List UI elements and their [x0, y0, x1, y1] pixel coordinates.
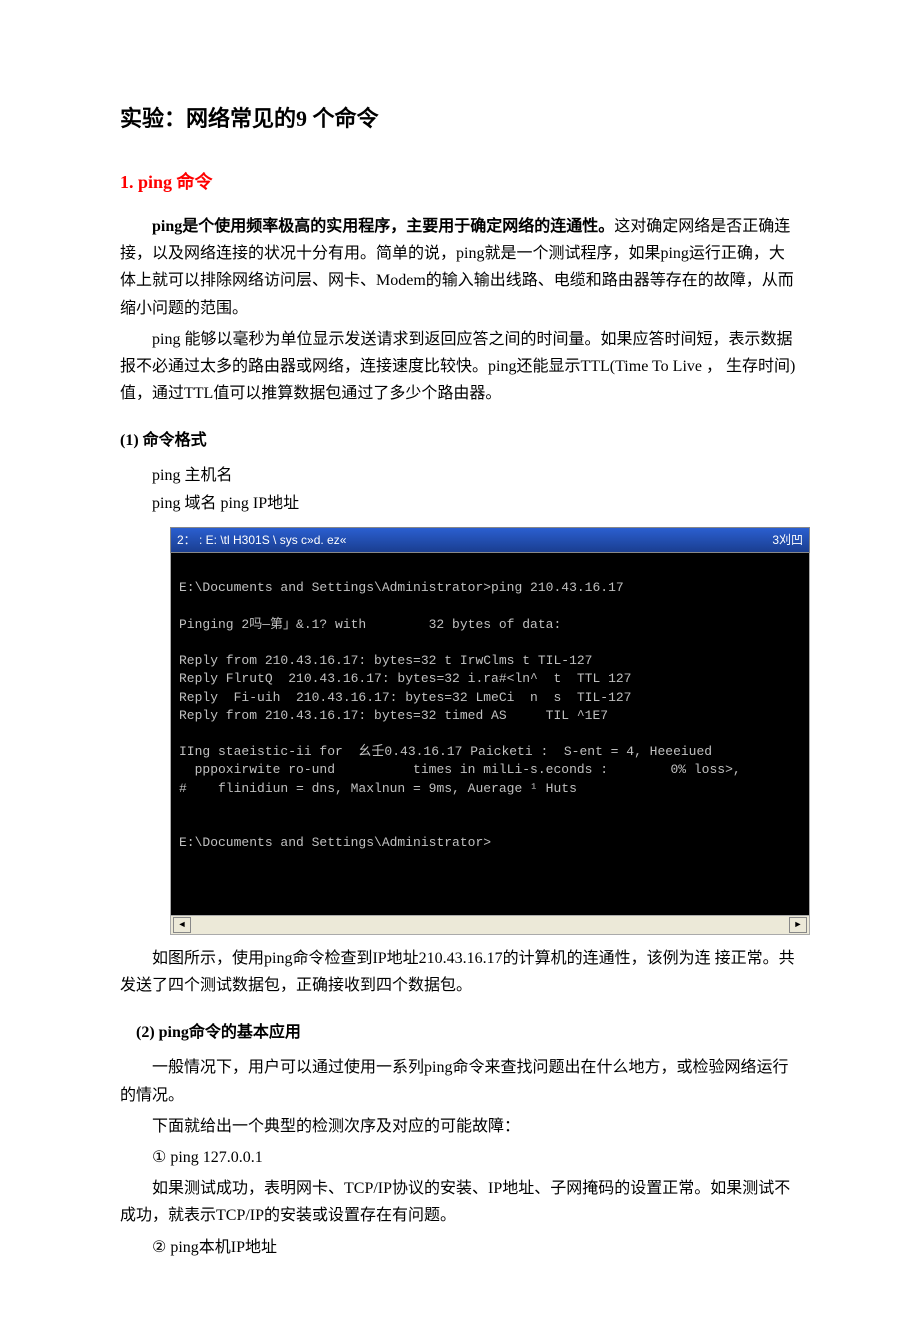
subheading-basic-usage: (2) ping命令的基本应用 [120, 1019, 800, 1046]
cmd-format-line2: ping 域名 ping IP地址 [152, 490, 800, 517]
page-title: 实验：网络常见的9 个命令 [120, 100, 800, 137]
terminal-output: E:\Documents and Settings\Administrator>… [170, 553, 810, 916]
paragraph-usage-2: 下面就给出一个典型的检测次序及对应的可能故障： [120, 1113, 800, 1140]
terminal-window: 2： : E: \tl H301S \ sys c»d. ez« 3刈凹 E:\… [170, 527, 810, 935]
subheading-cmd-format: (1) 命令格式 [120, 427, 800, 454]
scroll-right-icon[interactable]: ► [789, 917, 807, 933]
intro-bold: ping是个使用频率极高的实用程序，主要用于确定网络的连通性。 [152, 218, 614, 235]
terminal-scrollbar[interactable]: ◄ ► [170, 916, 810, 935]
cmd-format-line1: ping 主机名 [152, 462, 800, 489]
section-heading-ping: 1. ping 命令 [120, 167, 800, 198]
terminal-titlebar: 2： : E: \tl H301S \ sys c»d. ez« 3刈凹 [170, 527, 810, 553]
list-item-2: ② ping本机IP地址 [120, 1234, 800, 1261]
paragraph-intro-1: ping是个使用频率极高的实用程序，主要用于确定网络的连通性。这对确定网络是否正… [120, 213, 800, 322]
list-item-1: ① ping 127.0.0.1 [120, 1144, 800, 1171]
paragraph-usage-1: 一般情况下，用户可以通过使用一系列ping命令来查找问题出在什么地方，或检验网络… [120, 1054, 800, 1108]
paragraph-after-image: 如图所示，使用ping命令检查到IP地址210.43.16.17的计算机的连通性… [120, 945, 800, 999]
list-item-1-detail: 如果测试成功，表明网卡、TCP/IP协议的安装、IP地址、子网掩码的设置正常。如… [120, 1175, 800, 1229]
terminal-title-left: 2： : E: \tl H301S \ sys c»d. ez« [177, 530, 346, 550]
paragraph-intro-2: ping 能够以毫秒为单位显示发送请求到返回应答之间的时间量。如果应答时间短，表… [120, 326, 800, 408]
scroll-left-icon[interactable]: ◄ [173, 917, 191, 933]
terminal-title-right: 3刈凹 [772, 530, 803, 550]
